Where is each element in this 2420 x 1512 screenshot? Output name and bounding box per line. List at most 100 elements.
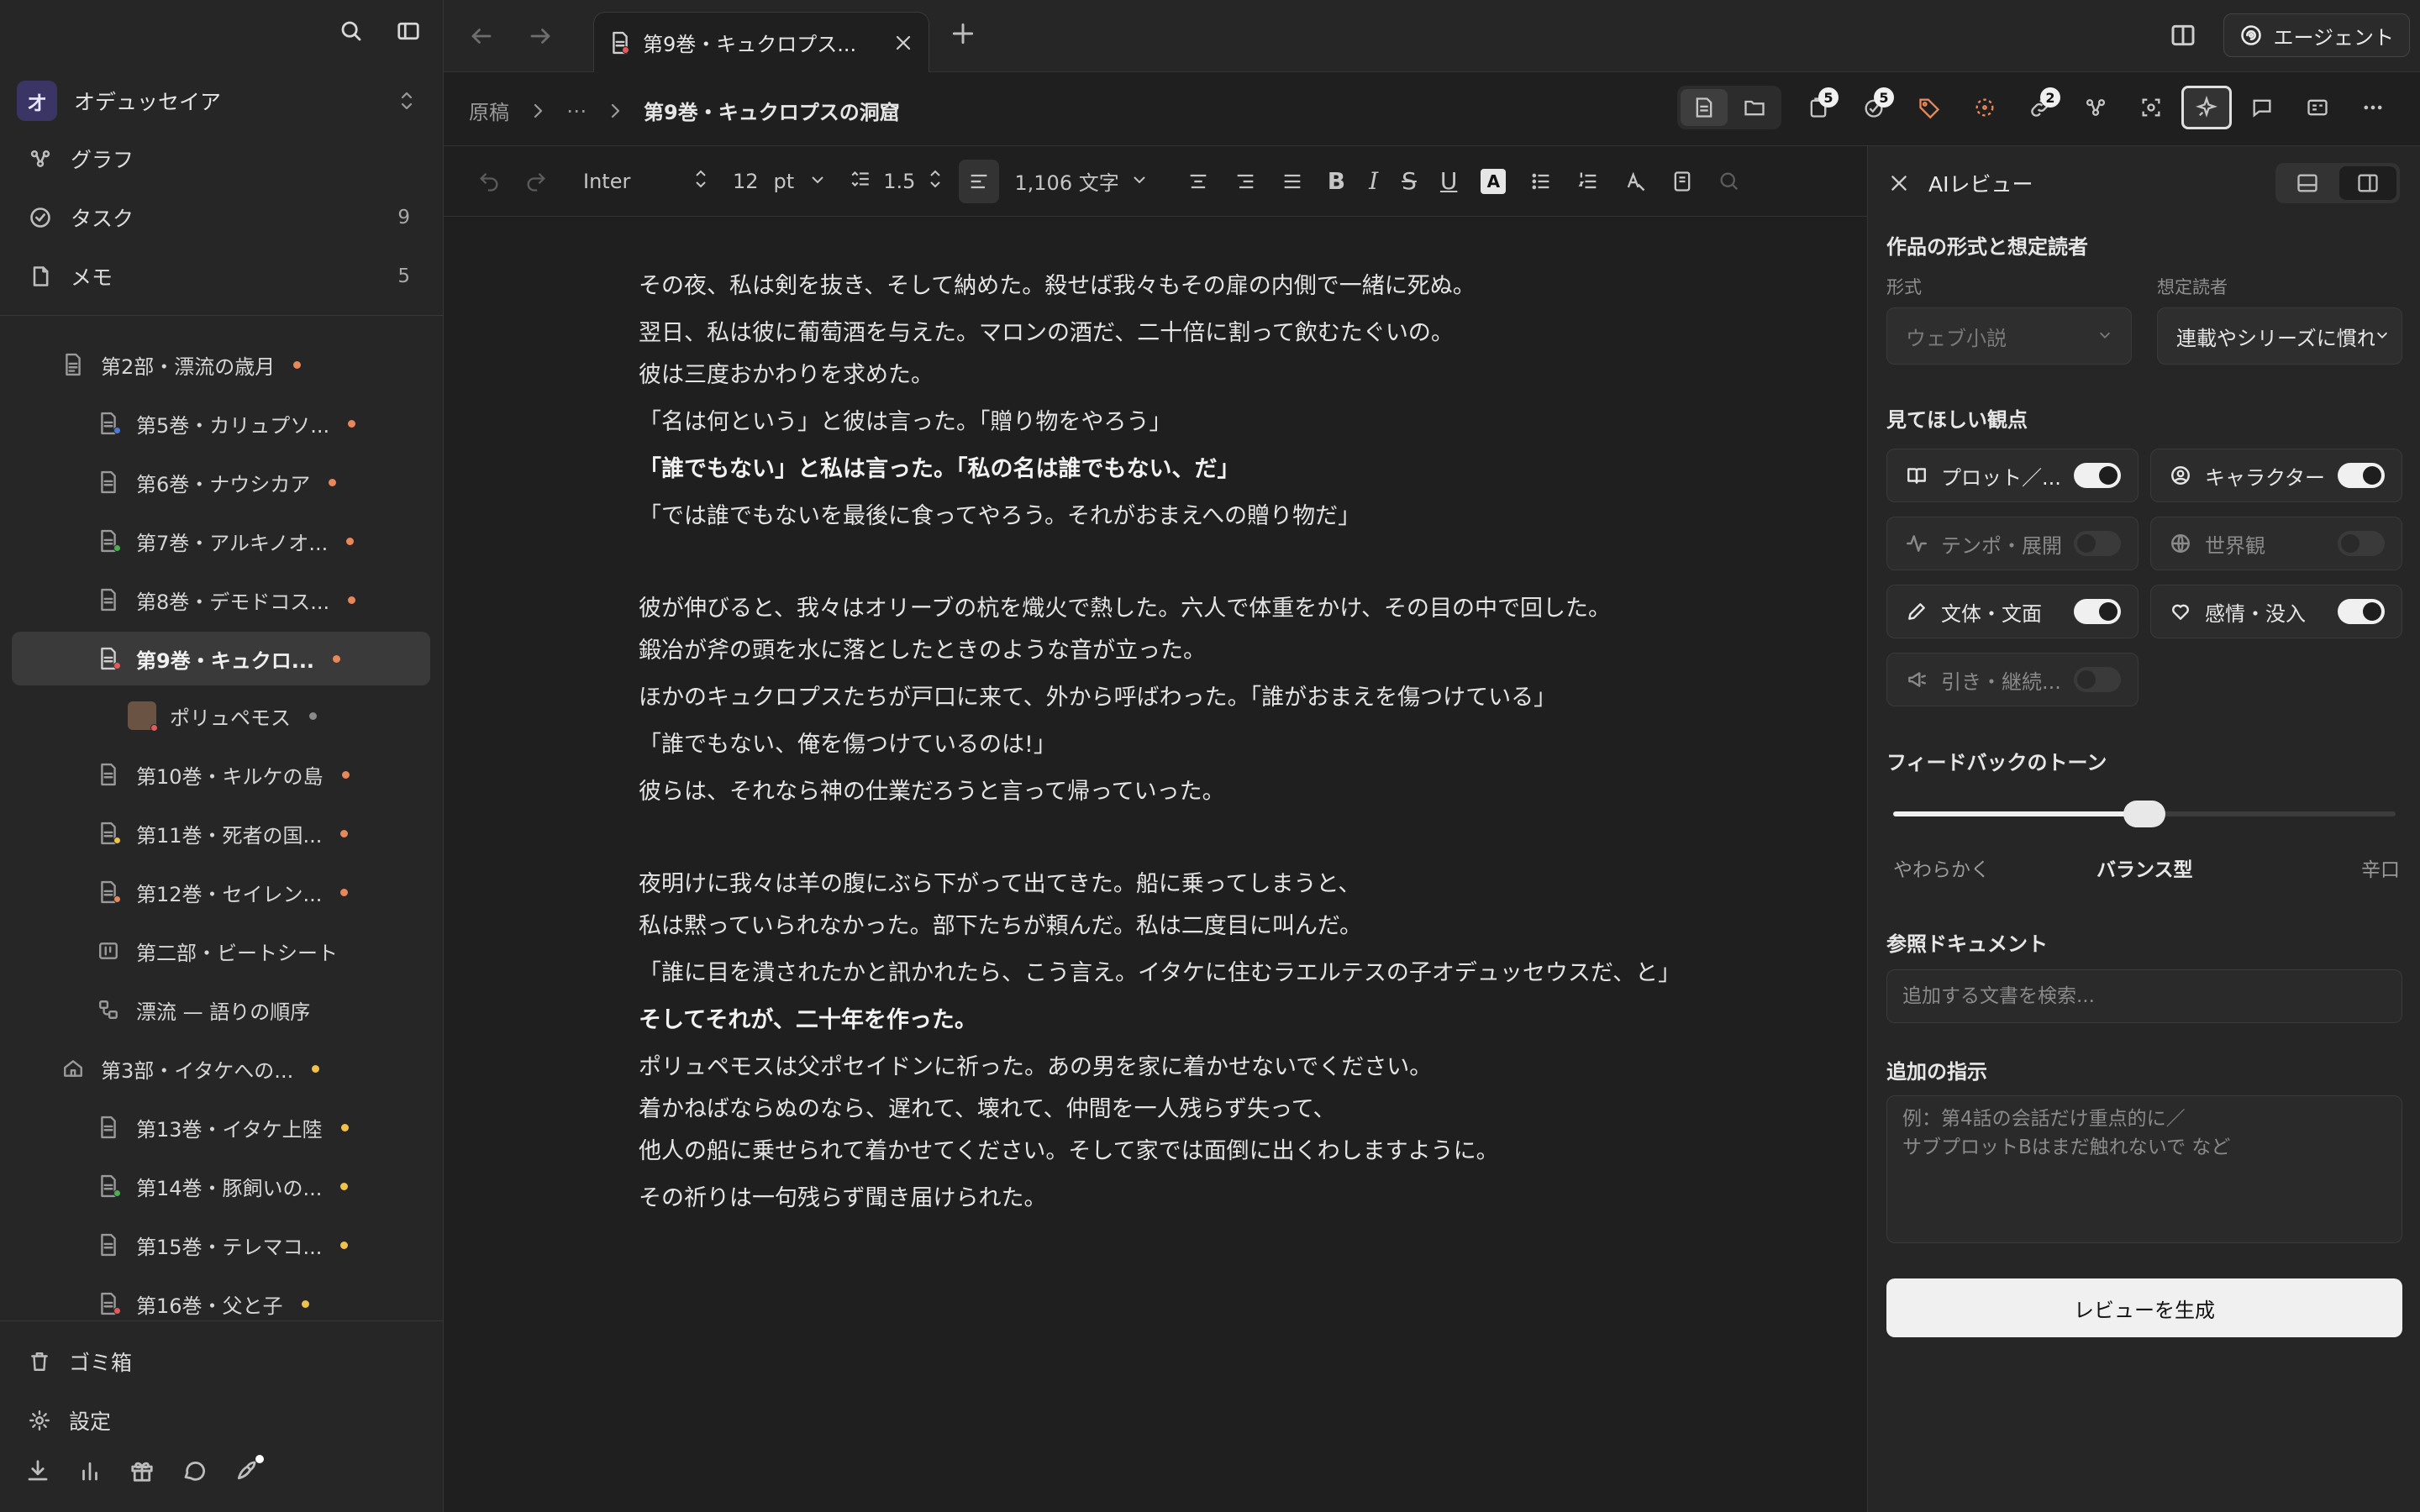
tree-item[interactable]: 第14巻・豚飼いの...	[94, 1161, 349, 1211]
tree-item-beatsheet[interactable]: 第二部・ビートシート	[94, 926, 338, 976]
trash-item[interactable]: ゴミ箱	[25, 1341, 132, 1383]
nav-notes[interactable]: メモ 5	[25, 253, 420, 300]
book-button[interactable]	[1662, 160, 1702, 203]
graph-button[interactable]	[2070, 86, 2121, 129]
tree-item[interactable]: 第13巻・イタケ上陸	[94, 1102, 349, 1152]
aspect-character[interactable]: キャラクター	[2150, 449, 2402, 502]
folder-view-button[interactable]	[1731, 89, 1778, 126]
close-icon[interactable]	[1888, 172, 1910, 194]
tree-item-character[interactable]: ポリュペモス	[128, 690, 317, 741]
aspect-toggle[interactable]	[2338, 463, 2385, 488]
home-icon	[59, 1057, 87, 1080]
aspect-style[interactable]: 文体・文面	[1886, 585, 2139, 638]
tree-item[interactable]: 第7巻・アルキノオ...	[94, 516, 355, 566]
tree-item-part3[interactable]: 第3部・イタケへの...	[59, 1043, 320, 1094]
instructions-textarea[interactable]: 例：第4話の会話だけ重点的に／ サブプロットBはまだ触れないで など	[1886, 1095, 2402, 1243]
breadcrumb-root[interactable]: 原稿	[469, 96, 509, 125]
aspect-emotion[interactable]: 感情・没入	[2150, 585, 2402, 638]
aspect-hook[interactable]: 引き・継続...	[1886, 653, 2139, 706]
status-button[interactable]	[1960, 86, 2010, 129]
tree-item[interactable]: 第6巻・ナウシカア	[94, 457, 337, 507]
strikethrough-button[interactable]: S	[1393, 160, 1425, 203]
bullet-list-button[interactable]	[1521, 160, 1561, 203]
tone-slider[interactable]	[1893, 801, 2396, 827]
font-select[interactable]: Inter	[575, 160, 718, 203]
undo-button[interactable]	[469, 160, 509, 203]
forward-arrow-icon[interactable]	[528, 24, 553, 49]
format-select[interactable]: ウェブ小説	[1886, 307, 2132, 365]
tree-item[interactable]: 第8巻・デモドコス...	[94, 575, 356, 625]
links-button[interactable]: 2	[2015, 86, 2065, 129]
italic-button[interactable]: I	[1360, 160, 1386, 203]
underline-button[interactable]: U	[1432, 160, 1466, 203]
tree-item[interactable]: 第15巻・テレマコ...	[94, 1220, 349, 1270]
clear-format-button[interactable]	[1615, 160, 1655, 203]
tone-label-balanced: バランス型	[2096, 859, 2193, 881]
line-height-select[interactable]: 1.5	[841, 160, 952, 203]
generate-review-button[interactable]: レビューを生成	[1886, 1278, 2402, 1337]
settings-item[interactable]: 設定	[25, 1399, 111, 1441]
document-view-button[interactable]	[1681, 89, 1728, 126]
plus-icon[interactable]	[950, 20, 976, 47]
word-count-select[interactable]: 1,106 文字	[1006, 160, 1155, 203]
aspect-toggle[interactable]	[2338, 599, 2385, 624]
align-center-button[interactable]	[1178, 160, 1218, 203]
back-arrow-icon[interactable]	[469, 24, 494, 49]
breadcrumb-ellipsis[interactable]: ⋯	[566, 99, 587, 123]
stats-icon[interactable]	[77, 1458, 103, 1483]
tree-item-part2[interactable]: 第2部・漂流の歳月	[59, 339, 302, 390]
font-size-select[interactable]: 12 pt	[724, 160, 834, 203]
tab-active[interactable]: 第9巻・キュクロプス...	[593, 12, 929, 72]
aspect-toggle[interactable]	[2074, 463, 2121, 488]
pages-button[interactable]: 5	[1793, 86, 1844, 129]
search-icon[interactable]	[1709, 160, 1749, 203]
chat-icon[interactable]	[182, 1458, 207, 1483]
redo-button[interactable]	[516, 160, 556, 203]
rocket-icon[interactable]	[234, 1455, 264, 1483]
tasks-button[interactable]: 5	[1849, 86, 1899, 129]
tree-item[interactable]: 第16巻・父と子	[94, 1278, 309, 1329]
card-button[interactable]	[2292, 86, 2343, 129]
aspect-plot[interactable]: プロット／...	[1886, 449, 2139, 502]
tree-item[interactable]: 第12巻・セイレン...	[94, 867, 349, 917]
justify-button[interactable]	[1272, 160, 1313, 203]
text-color-button[interactable]: A	[1472, 160, 1514, 203]
ai-review-button[interactable]	[2181, 86, 2232, 129]
reference-search-input[interactable]	[1886, 969, 2402, 1023]
close-icon[interactable]	[893, 33, 913, 53]
agent-button[interactable]: エージェント	[2223, 13, 2410, 57]
aspect-toggle[interactable]	[2338, 531, 2385, 556]
comment-button[interactable]	[2237, 86, 2287, 129]
download-icon[interactable]	[25, 1458, 50, 1483]
tree-item[interactable]: 第10巻・キルケの島	[94, 749, 350, 800]
nav-tasks[interactable]: タスク 9	[25, 194, 420, 241]
aspect-toggle[interactable]	[2074, 531, 2121, 556]
nav-graph[interactable]: グラフ	[25, 135, 420, 182]
align-left-button[interactable]	[959, 159, 1000, 203]
aspect-toggle[interactable]	[2074, 667, 2121, 692]
tree-item-selected[interactable]: 第9巻・キュクロ...	[12, 632, 430, 685]
bold-button[interactable]: B	[1319, 160, 1354, 203]
editor[interactable]: その夜、私は剣を抜き、そして納めた。殺せば我々もその扉の内側で一緒に死ぬ。 翌日…	[444, 217, 1867, 1512]
more-icon[interactable]	[2348, 86, 2398, 129]
aspect-tempo[interactable]: テンポ・展開	[1886, 517, 2139, 570]
tone-slider-thumb[interactable]	[2123, 801, 2165, 827]
focus-button[interactable]	[2126, 86, 2176, 129]
numbered-list-button[interactable]	[1568, 160, 1608, 203]
split-view-icon[interactable]	[2170, 22, 2196, 49]
tree-item[interactable]: 第5巻・カリュプソ...	[94, 398, 356, 449]
editor-line: 「誰でもない、俺を傷つけているのは!」	[639, 732, 1056, 758]
aspect-world[interactable]: 世界観	[2150, 517, 2402, 570]
tree-item[interactable]: 第11巻・死者の国...	[94, 808, 349, 858]
layout-bottom-button[interactable]	[2279, 166, 2336, 200]
search-icon[interactable]	[339, 18, 364, 44]
gift-icon[interactable]	[129, 1458, 155, 1483]
sidebar-toggle-icon[interactable]	[396, 18, 421, 44]
tag-button[interactable]	[1904, 86, 1954, 129]
workspace-switcher[interactable]: オ オデュッセイア	[17, 81, 425, 121]
tree-item-order[interactable]: 漂流 — 語りの順序	[94, 984, 310, 1035]
aspect-toggle[interactable]	[2074, 599, 2121, 624]
reader-select[interactable]: 連載やシリーズに慣れた	[2157, 307, 2402, 365]
align-right-button[interactable]	[1225, 160, 1265, 203]
layout-side-button[interactable]	[2339, 166, 2396, 200]
